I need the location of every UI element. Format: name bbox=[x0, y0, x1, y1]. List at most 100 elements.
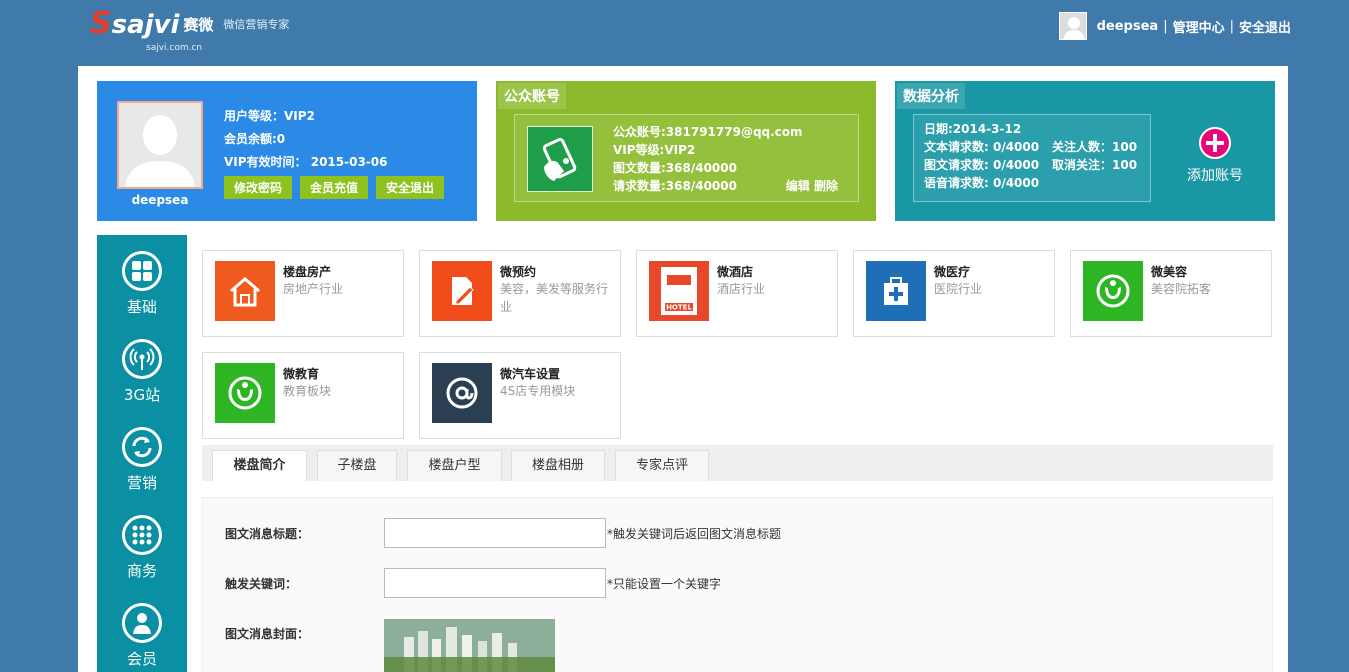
logo-slogan: 微信营销专家 bbox=[223, 18, 290, 31]
account-info: 公众账号:381791779@qq.com VIP等级:VIP2 图文数量:36… bbox=[613, 123, 803, 195]
vip-expire: VIP有效时间： 2015-03-06 bbox=[224, 155, 388, 169]
sidebar-item-business[interactable]: 商务 bbox=[97, 499, 187, 587]
module-desc: 美容，美发等服务行业 bbox=[500, 282, 609, 314]
add-account-button[interactable]: 添加账号 bbox=[1185, 127, 1245, 185]
module-desc: 4S店专用模块 bbox=[500, 384, 576, 398]
news-requests: 图文请求数: 0/4000 bbox=[924, 158, 1040, 172]
house-icon bbox=[215, 261, 275, 321]
unfollow-count: 取消关注：100 bbox=[1052, 158, 1138, 172]
profile-name: deepsea bbox=[131, 193, 189, 207]
separator: | bbox=[1163, 18, 1168, 34]
sidebar-item-label: 基础 bbox=[126, 298, 157, 316]
module-name: 微美容 bbox=[1151, 265, 1188, 279]
tab-sub-building[interactable]: 子楼盘 bbox=[317, 450, 397, 481]
account-request-count: 请求数量:368/40000 bbox=[613, 179, 737, 193]
account-links: 编辑 删除 bbox=[786, 177, 838, 194]
admin-center-link[interactable]: 管理中心 bbox=[1173, 17, 1225, 36]
analytics-card-title: 数据分析 bbox=[897, 83, 965, 109]
text-requests: 文本请求数: 0/4000 bbox=[924, 140, 1040, 154]
analytics-box: 日期:2014-3-12 文本请求数: 0/4000 关注人数：100 图文请求数… bbox=[913, 114, 1151, 202]
avatar-icon[interactable] bbox=[1058, 12, 1087, 40]
refresh-icon bbox=[122, 427, 162, 467]
hotel-sign-text: HOTEL bbox=[666, 304, 692, 312]
module-name: 楼盘房产 bbox=[283, 265, 332, 279]
document-pen-icon bbox=[432, 261, 492, 321]
cover-label: 图文消息封面： bbox=[225, 627, 310, 641]
module-auto[interactable]: 微汽车设置 4S店专用模块 bbox=[419, 352, 621, 439]
account-id: 公众账号:381791779@qq.com bbox=[613, 125, 803, 139]
top-header: Ssajvi sajvi.com.cn 赛微 微信营销专家 deepsea | … bbox=[0, 0, 1349, 62]
sidebar-item-member[interactable]: 会员 bbox=[97, 587, 187, 672]
dots-grid-icon bbox=[122, 515, 162, 555]
voice-requests: 语音请求数: 0/4000 bbox=[924, 176, 1040, 190]
module-education[interactable]: 微教育 教育板块 bbox=[202, 352, 404, 439]
follower-count: 关注人数：100 bbox=[1052, 140, 1138, 154]
account-card: 公众账号 公众账号:381791779@qq.com VIP等级:VIP2 图文… bbox=[496, 81, 876, 221]
analytics-date: 日期:2014-3-12 bbox=[924, 122, 1022, 136]
profile-info: 用户等级：VIP2 会员余额:0 VIP有效时间： 2015-03-06 bbox=[224, 105, 387, 174]
logout-link[interactable]: 安全退出 bbox=[1239, 17, 1291, 36]
username[interactable]: deepsea bbox=[1097, 19, 1159, 34]
module-desc: 美容院拓客 bbox=[1151, 282, 1212, 296]
account-vip: VIP等级:VIP2 bbox=[613, 143, 696, 157]
module-hotel[interactable]: HOTEL 微酒店 酒店行业 bbox=[636, 250, 838, 337]
module-name: 微酒店 bbox=[717, 265, 754, 279]
user-level: 用户等级：VIP2 bbox=[224, 109, 315, 123]
account-box: 公众账号:381791779@qq.com VIP等级:VIP2 图文数量:36… bbox=[514, 114, 859, 202]
plus-icon bbox=[1199, 127, 1231, 159]
community-icon bbox=[215, 363, 275, 423]
module-name: 微汽车设置 bbox=[500, 367, 561, 381]
medical-bag-icon bbox=[866, 261, 926, 321]
separator: | bbox=[1229, 18, 1234, 34]
module-medical[interactable]: 微医疗 医院行业 bbox=[853, 250, 1055, 337]
profile-avatar-icon bbox=[117, 101, 203, 189]
module-desc: 房地产行业 bbox=[283, 282, 344, 296]
edit-link[interactable]: 编辑 bbox=[786, 179, 810, 193]
change-password-button[interactable]: 修改密码 bbox=[224, 176, 293, 199]
grid-icon bbox=[122, 251, 162, 291]
module-desc: 教育板块 bbox=[283, 384, 332, 398]
tab-album[interactable]: 楼盘相册 bbox=[511, 450, 605, 481]
sidebar-item-basic[interactable]: 基础 bbox=[97, 235, 187, 323]
tab-intro[interactable]: 楼盘简介 bbox=[212, 450, 307, 481]
module-name: 微教育 bbox=[283, 367, 320, 381]
module-desc: 酒店行业 bbox=[717, 282, 766, 296]
tab-review[interactable]: 专家点评 bbox=[615, 450, 709, 481]
logo-mark: Ssajvi sajvi.com.cn bbox=[90, 9, 202, 54]
sidebar-item-3g[interactable]: 3G站 bbox=[97, 323, 187, 411]
delete-link[interactable]: 删除 bbox=[814, 179, 838, 193]
profile-buttons: 修改密码 会员充值 安全退出 bbox=[224, 176, 445, 199]
sidebar-item-marketing[interactable]: 营销 bbox=[97, 411, 187, 499]
module-reservation[interactable]: 微预约 美容，美发等服务行业 bbox=[419, 250, 621, 337]
account-news-count: 图文数量:368/40000 bbox=[613, 161, 737, 175]
hotel-icon: HOTEL bbox=[649, 261, 709, 321]
phone-hand-icon bbox=[527, 126, 593, 192]
module-beauty[interactable]: 微美容 美容院拓客 bbox=[1070, 250, 1272, 337]
sidebar-item-label: 3G站 bbox=[123, 386, 161, 404]
keyword-hint: *只能设置一个关键字 bbox=[607, 577, 722, 591]
logout-button[interactable]: 安全退出 bbox=[376, 176, 445, 199]
community-icon bbox=[1083, 261, 1143, 321]
title-label: 图文消息标题： bbox=[225, 527, 310, 541]
logo[interactable]: Ssajvi sajvi.com.cn 赛微 微信营销专家 bbox=[90, 9, 290, 54]
add-account-label: 添加账号 bbox=[1187, 168, 1243, 184]
main-panel: deepsea 用户等级：VIP2 会员余额:0 VIP有效时间： 2015-0… bbox=[78, 66, 1288, 672]
user-bar: deepsea | 管理中心 | 安全退出 bbox=[1058, 12, 1291, 40]
sidebar-item-label: 会员 bbox=[126, 650, 157, 668]
module-desc: 医院行业 bbox=[934, 282, 983, 296]
recharge-button[interactable]: 会员充值 bbox=[300, 176, 369, 199]
keyword-input[interactable] bbox=[384, 568, 606, 598]
tab-floor-plan[interactable]: 楼盘户型 bbox=[407, 450, 502, 481]
cover-image[interactable] bbox=[384, 619, 555, 672]
module-name: 微预约 bbox=[500, 265, 537, 279]
title-hint: *触发关键词后返回图文消息标题 bbox=[607, 527, 782, 541]
keyword-label: 触发关键词： bbox=[225, 577, 298, 591]
module-real-estate[interactable]: 楼盘房产 房地产行业 bbox=[202, 250, 404, 337]
title-input[interactable] bbox=[384, 518, 606, 548]
user-icon bbox=[122, 603, 162, 643]
analytics-card: 数据分析 日期:2014-3-12 文本请求数: 0/4000 关注人数：100 … bbox=[895, 81, 1275, 221]
logo-domain: sajvi.com.cn bbox=[146, 43, 203, 53]
sidebar-item-label: 商务 bbox=[126, 562, 157, 580]
content-form: 图文消息标题： *触发关键词后返回图文消息标题 触发关键词： *只能设置一个关键… bbox=[202, 497, 1273, 672]
signal-icon bbox=[122, 339, 162, 379]
